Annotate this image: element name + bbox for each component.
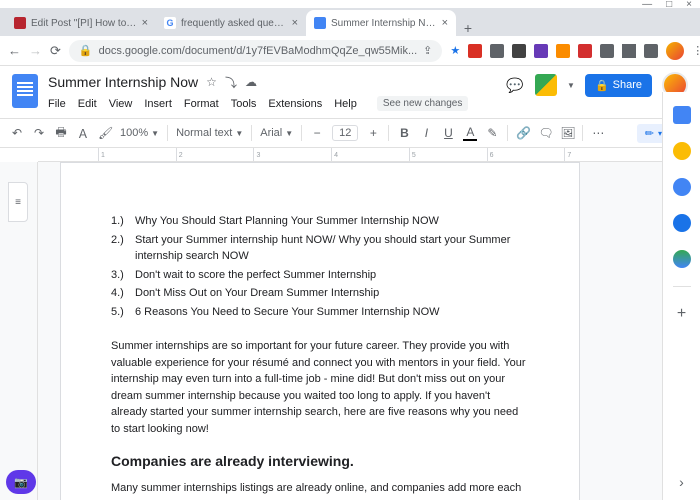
maps-icon[interactable] bbox=[673, 250, 691, 268]
tasks-icon[interactable] bbox=[673, 178, 691, 196]
comment-history-icon[interactable]: 💬 bbox=[505, 75, 525, 95]
pencil-icon: ✏ bbox=[645, 127, 654, 140]
extension-icon[interactable] bbox=[578, 44, 592, 58]
close-icon[interactable]: × bbox=[142, 17, 148, 29]
menu-tools[interactable]: Tools bbox=[231, 98, 257, 110]
extension-icon[interactable] bbox=[512, 44, 526, 58]
menu-edit[interactable]: Edit bbox=[78, 98, 97, 110]
lock-icon: 🔒 bbox=[595, 79, 609, 92]
extension-icon[interactable] bbox=[490, 44, 504, 58]
body-paragraph: Summer internships are so important for … bbox=[111, 338, 529, 437]
cloud-icon[interactable]: ☁ bbox=[245, 75, 257, 89]
favicon bbox=[14, 17, 26, 29]
favicon: G bbox=[164, 17, 176, 29]
window-close[interactable]: × bbox=[686, 0, 692, 10]
menu-help[interactable]: Help bbox=[334, 98, 357, 110]
forward-button[interactable]: → bbox=[29, 43, 42, 58]
heading-2: Companies are already interviewing. bbox=[111, 451, 529, 472]
document-page[interactable]: 1.)Why You Should Start Planning Your Su… bbox=[60, 162, 580, 500]
share-icon[interactable]: ⇪ bbox=[423, 44, 432, 57]
bold-button[interactable]: B bbox=[397, 126, 411, 140]
outline-toggle[interactable]: ≡ bbox=[8, 182, 28, 222]
contacts-icon[interactable] bbox=[673, 214, 691, 232]
calendar-icon[interactable] bbox=[673, 106, 691, 124]
menu-view[interactable]: View bbox=[109, 98, 133, 110]
docs-logo-icon[interactable] bbox=[12, 74, 38, 108]
tab-google-doc[interactable]: Summer Internship Now - Go... × bbox=[306, 10, 456, 36]
ruler[interactable]: 1 2 3 4 5 6 7 bbox=[38, 148, 662, 162]
keep-icon[interactable] bbox=[673, 142, 691, 160]
reload-button[interactable]: ⟳ bbox=[50, 43, 61, 59]
meet-fab-button[interactable]: 📷 bbox=[6, 470, 36, 494]
underline-button[interactable]: U bbox=[441, 126, 455, 140]
url-input[interactable]: 🔒 docs.google.com/document/d/1y7fEVBaMod… bbox=[69, 40, 442, 62]
font-size-decrease[interactable]: − bbox=[310, 126, 324, 140]
collapse-panel-button[interactable]: › bbox=[679, 474, 684, 490]
window-minimize[interactable]: — bbox=[642, 0, 652, 10]
extensions: ⋮ bbox=[468, 42, 700, 60]
extension-icon[interactable] bbox=[622, 44, 636, 58]
url-text: docs.google.com/document/d/1y7fEVBaModhm… bbox=[99, 45, 418, 57]
menu-format[interactable]: Format bbox=[184, 98, 219, 110]
style-select[interactable]: Normal text▼ bbox=[176, 127, 243, 139]
window-maximize[interactable]: □ bbox=[666, 0, 672, 10]
extension-icon[interactable] bbox=[600, 44, 614, 58]
move-icon[interactable]: ⤵ bbox=[225, 74, 237, 91]
close-icon[interactable]: × bbox=[442, 17, 448, 29]
profile-avatar[interactable] bbox=[666, 42, 684, 60]
star-icon[interactable]: ★ bbox=[450, 44, 460, 57]
font-select[interactable]: Arial▼ bbox=[260, 127, 293, 139]
body-paragraph: Many summer internships listings are alr… bbox=[111, 480, 529, 500]
address-bar: ← → ⟳ 🔒 docs.google.com/document/d/1y7fE… bbox=[0, 36, 700, 66]
paint-format-button[interactable]: 🖌 bbox=[98, 126, 112, 140]
close-icon[interactable]: × bbox=[292, 17, 298, 29]
zoom-select[interactable]: 100%▼ bbox=[120, 127, 159, 139]
insert-image-button[interactable]: 🖼 bbox=[560, 126, 574, 140]
print-button[interactable]: 🖶 bbox=[54, 123, 68, 144]
tab-google-search[interactable]: G frequently asked questions ab × bbox=[156, 10, 306, 36]
extension-icon[interactable] bbox=[556, 44, 570, 58]
menu-extensions[interactable]: Extensions bbox=[268, 98, 322, 110]
tab-edit-post[interactable]: Edit Post "[PI] How to Change × bbox=[6, 10, 156, 36]
browser-tabs: Edit Post "[PI] How to Change × G freque… bbox=[0, 8, 700, 36]
document-title[interactable]: Summer Internship Now bbox=[48, 74, 198, 90]
lock-icon: 🔒 bbox=[79, 44, 93, 57]
new-tab-button[interactable]: + bbox=[456, 20, 480, 36]
menu-insert[interactable]: Insert bbox=[144, 98, 172, 110]
meet-icon[interactable] bbox=[535, 74, 557, 96]
add-on-button[interactable]: + bbox=[677, 305, 686, 323]
menu-bar: File Edit View Insert Format Tools Exten… bbox=[48, 96, 495, 111]
text-color-button[interactable]: A bbox=[463, 125, 477, 141]
italic-button[interactable]: I bbox=[419, 126, 433, 140]
see-changes-button[interactable]: See new changes bbox=[377, 96, 469, 111]
spellcheck-button[interactable]: Ａ bbox=[76, 125, 90, 142]
link-button[interactable]: 🔗 bbox=[516, 126, 530, 140]
browser-menu-icon[interactable]: ⋮ bbox=[692, 44, 700, 57]
side-panel: + › bbox=[662, 92, 700, 500]
back-button[interactable]: ← bbox=[8, 43, 21, 58]
redo-button[interactable]: ↷ bbox=[32, 126, 46, 140]
formatting-toolbar: ↶ ↷ 🖶 Ａ 🖌 100%▼ Normal text▼ Arial▼ − 12… bbox=[0, 118, 700, 148]
add-comment-button[interactable]: 🗨 bbox=[538, 126, 552, 140]
star-icon[interactable]: ☆ bbox=[206, 75, 217, 89]
more-button[interactable]: ⋯ bbox=[591, 126, 605, 140]
extension-icon[interactable] bbox=[534, 44, 548, 58]
document-canvas: ≡ 1.)Why You Should Start Planning Your … bbox=[0, 162, 662, 500]
docs-header: Summer Internship Now ☆ ⤵ ☁ File Edit Vi… bbox=[0, 66, 700, 118]
extensions-menu-icon[interactable] bbox=[644, 44, 658, 58]
menu-file[interactable]: File bbox=[48, 98, 66, 110]
highlight-button[interactable]: ✎ bbox=[485, 126, 499, 140]
favicon bbox=[314, 17, 326, 29]
font-size-increase[interactable]: + bbox=[366, 126, 380, 140]
extension-icon[interactable] bbox=[468, 44, 482, 58]
font-size-input[interactable]: 12 bbox=[332, 125, 358, 141]
undo-button[interactable]: ↶ bbox=[10, 126, 24, 140]
share-button[interactable]: 🔒 Share bbox=[585, 74, 652, 97]
